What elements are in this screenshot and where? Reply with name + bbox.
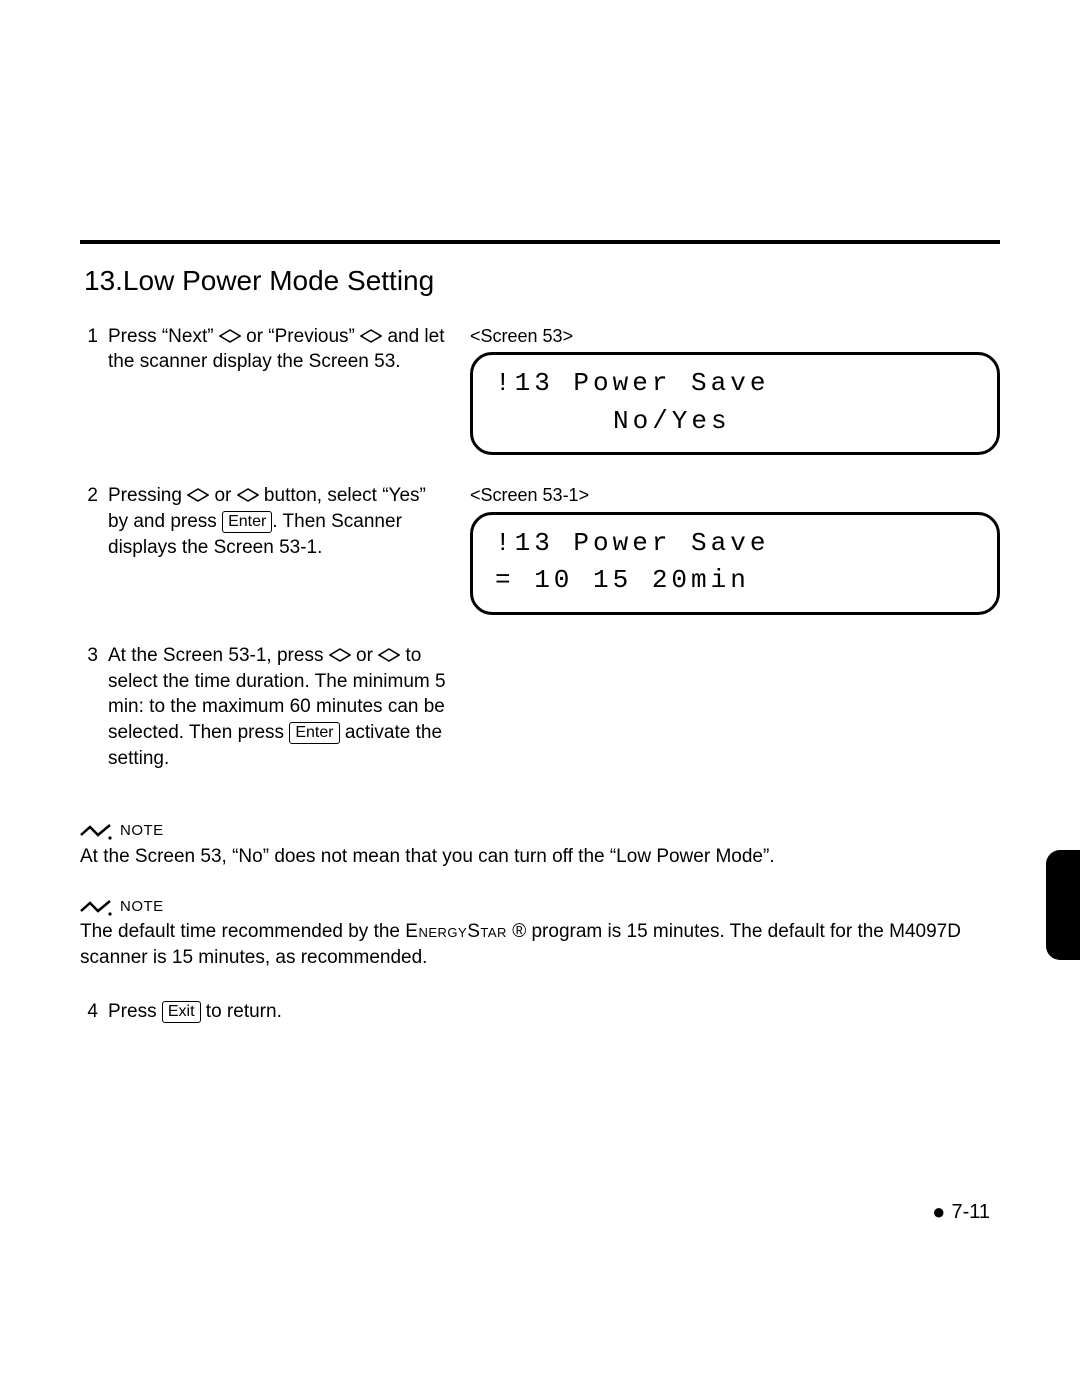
step-number: 3 — [80, 643, 98, 771]
text-fragment: The default time recommended by the — [80, 921, 405, 942]
next-diamond-icon — [219, 328, 241, 344]
text-fragment: At the Screen 53-1, press — [108, 645, 329, 666]
text-fragment: or “Previous” — [241, 326, 360, 347]
instruction-row: 1 Press “Next” or “Previous” and let the… — [80, 324, 1000, 456]
right-diamond-icon — [237, 487, 259, 503]
lcd-line: !13 Power Save — [495, 525, 975, 563]
bullet-icon: ● — [932, 1197, 945, 1227]
step-text: At the Screen 53-1, press or to select t… — [108, 643, 450, 771]
instruction-row: 3 At the Screen 53-1, press or to select… — [80, 643, 1000, 771]
step-left: 3 At the Screen 53-1, press or to select… — [80, 643, 450, 771]
note-header: NOTE — [80, 821, 1000, 841]
brand-name: EnergyStar — [405, 921, 507, 942]
document-page: 13.Low Power Mode Setting 1 Press “Next”… — [0, 0, 1080, 1397]
lcd-line: No/Yes — [495, 403, 975, 441]
note-icon — [80, 821, 114, 841]
instruction-row: 2 Pressing or button, select “Yes” by an… — [80, 483, 1000, 615]
lcd-line: !13 Power Save — [495, 365, 975, 403]
note-block: NOTE The default time recommended by the… — [80, 897, 1000, 971]
text-fragment: or — [209, 485, 236, 506]
text-fragment: Press — [108, 1001, 162, 1022]
step-number: 4 — [80, 999, 98, 1025]
screen-caption: <Screen 53-1> — [470, 483, 1000, 507]
exit-key: Exit — [162, 1001, 201, 1023]
note-body: The default time recommended by the Ener… — [80, 919, 1000, 970]
screen-caption: <Screen 53> — [470, 324, 1000, 348]
section-rule — [80, 240, 1000, 244]
lcd-line: = 10 15 20min — [495, 562, 975, 600]
section-title: 13.Low Power Mode Setting — [84, 262, 1000, 300]
lcd-screen-53: !13 Power Save No/Yes — [470, 352, 1000, 455]
lcd-screen-53-1: !13 Power Save = 10 15 20min — [470, 512, 1000, 615]
screen-block: <Screen 53> !13 Power Save No/Yes — [470, 324, 1000, 456]
text-fragment: to return. — [201, 1001, 282, 1022]
step-number: 2 — [80, 483, 98, 560]
step-left: 2 Pressing or button, select “Yes” by an… — [80, 483, 450, 560]
thumb-tab — [1046, 850, 1080, 960]
step-text: Pressing or button, select “Yes” by and … — [108, 483, 450, 560]
text-fragment: Pressing — [108, 485, 187, 506]
enter-key: Enter — [222, 511, 272, 533]
step-number: 1 — [80, 324, 98, 375]
previous-diamond-icon — [360, 328, 382, 344]
note-label: NOTE — [120, 821, 164, 841]
note-header: NOTE — [80, 897, 1000, 917]
left-diamond-icon — [187, 487, 209, 503]
page-number: ● 7-11 — [932, 1197, 990, 1227]
note-label: NOTE — [120, 897, 164, 917]
right-diamond-icon — [378, 647, 400, 663]
left-diamond-icon — [329, 647, 351, 663]
page-number-text: 7-11 — [951, 1199, 990, 1226]
enter-key: Enter — [289, 722, 339, 744]
note-block: NOTE At the Screen 53, “No” does not mea… — [80, 821, 1000, 869]
step-text: Press “Next” or “Previous” and let the s… — [108, 324, 450, 375]
note-body: At the Screen 53, “No” does not mean tha… — [80, 844, 1000, 870]
screen-block: <Screen 53-1> !13 Power Save = 10 15 20m… — [470, 483, 1000, 615]
note-icon — [80, 897, 114, 917]
step-text: Press Exit to return. — [108, 999, 1000, 1025]
instruction-row: 4 Press Exit to return. — [80, 999, 1000, 1025]
step-left: 1 Press “Next” or “Previous” and let the… — [80, 324, 450, 375]
text-fragment: or — [351, 645, 378, 666]
text-fragment: Press “Next” — [108, 326, 219, 347]
